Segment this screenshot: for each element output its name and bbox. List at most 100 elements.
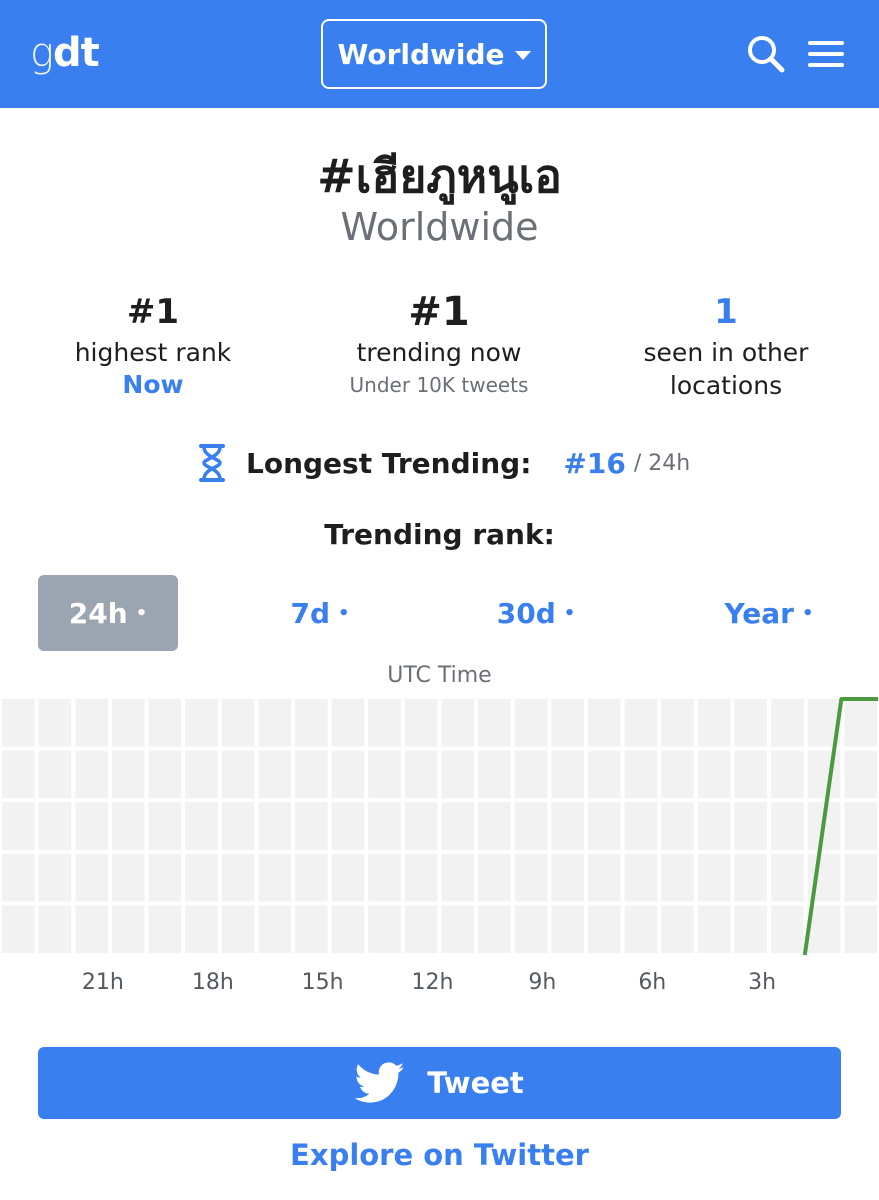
tab-30d-dot: • (563, 602, 576, 624)
chart-grid-cell (514, 905, 548, 953)
chart-grid-cell (844, 853, 877, 902)
twitter-bird-icon (355, 1062, 405, 1103)
caret-down-icon (514, 50, 531, 60)
hourglass-icon (199, 444, 225, 482)
trending-now-label: trending now (356, 338, 522, 367)
chart-grid-cell (221, 802, 255, 850)
chart-grid-cell (111, 802, 145, 850)
x-tick-label: 21h (82, 970, 124, 995)
chart-grid-cell (404, 905, 438, 953)
chart-grid-cell (404, 802, 438, 850)
chart-grid-cell (807, 750, 841, 799)
chart-grid-cell (441, 853, 475, 902)
chart-grid-cell (661, 699, 694, 747)
chart-grid-cell (844, 750, 877, 799)
chart-grid-cell (844, 699, 877, 747)
chart-grid-cell (368, 750, 401, 799)
tweet-button-label: Tweet (427, 1066, 524, 1100)
x-tick-label: 6h (638, 970, 666, 995)
longest-trending-rank: #16 (563, 446, 626, 480)
chart-grid-cell (38, 802, 72, 850)
chart-grid-cell (295, 699, 328, 747)
tab-year-label: Year (724, 596, 794, 630)
tab-24h[interactable]: 24h • (38, 575, 178, 651)
chart-grid-cell (697, 853, 731, 902)
chart-grid-cell (734, 699, 768, 747)
chart-grid-cell (295, 853, 328, 902)
chart-grid-cell (771, 699, 804, 747)
chart-grid-cell (624, 750, 658, 799)
chart-grid-cell (331, 699, 365, 747)
trending-rank-chart: 21h 18h 15h 12h 9h 6h 3h (0, 697, 879, 995)
chart-grid-cell (331, 905, 365, 953)
logo-dt: dt (53, 30, 100, 76)
chart-grid-cell (588, 853, 621, 902)
chart-grid-cell (2, 905, 35, 953)
chart-grid-cell (75, 853, 108, 902)
stat-other-locations[interactable]: 1 seen in other locations (576, 290, 876, 402)
location-dropdown-label: Worldwide (337, 37, 505, 71)
chart-grid-cell (185, 802, 218, 850)
chart-grid-cell (734, 750, 768, 799)
stat-highest-rank: #1 highest rank Now (3, 290, 303, 401)
explore-on-twitter-link[interactable]: Explore on Twitter (0, 1138, 879, 1172)
chart-grid-cell (441, 802, 475, 850)
search-icon[interactable] (744, 32, 788, 76)
tab-30d[interactable]: 30d • (466, 575, 606, 651)
top-nav-bar: gdt Worldwide (0, 0, 879, 108)
chart-grid-cell (111, 750, 145, 799)
chart-grid-cell (551, 699, 584, 747)
chart-grid-cell (404, 699, 438, 747)
chart-grid-cell (551, 802, 584, 850)
other-locations-value[interactable]: 1 (576, 290, 876, 334)
tab-24h-label: 24h (68, 596, 128, 630)
chart-grid-cell (38, 699, 72, 747)
location-dropdown-button[interactable]: Worldwide (321, 19, 547, 89)
chart-grid-cell (148, 853, 182, 902)
x-tick-label: 3h (748, 970, 776, 995)
chart-grid-cell (258, 802, 291, 850)
longest-trending: Longest Trending: #16 / 24h (198, 438, 690, 488)
chart-grid-cell (661, 802, 694, 850)
longest-trending-range: / 24h (633, 450, 691, 476)
menu-icon[interactable] (806, 32, 850, 76)
chart-grid-cell (551, 853, 584, 902)
chart-grid-cell (478, 802, 511, 850)
chart-grid-cell (441, 905, 475, 953)
chart-grid-cell (295, 802, 328, 850)
chart-grid-cell (185, 905, 218, 953)
chart-grid-cell (514, 699, 548, 747)
tab-7d-dot: • (338, 602, 350, 624)
chart-grid-cell (221, 750, 255, 799)
chart-grid-cell (661, 905, 694, 953)
chart-grid-cell (478, 853, 511, 902)
chart-grid-cell (624, 853, 658, 902)
chart-grid-cell (38, 905, 72, 953)
chart-grid-cell (478, 699, 511, 747)
highest-rank-value: #1 (126, 292, 180, 332)
chart-grid-cell (844, 802, 877, 850)
chart-grid-cell (75, 905, 108, 953)
chart-grid-cell (661, 750, 694, 799)
chart-grid-cell (75, 699, 108, 747)
chart-grid-cell (697, 802, 731, 850)
gdt-logo[interactable]: gdt (30, 30, 100, 76)
tab-year[interactable]: Year • (694, 575, 844, 651)
chart-grid-cell (404, 853, 438, 902)
chart-grid-cell (75, 750, 108, 799)
chart-grid-cell (2, 802, 35, 850)
chart-grid-cell (588, 802, 621, 850)
chart-grid-cell (38, 853, 72, 902)
chart-grid-cell (368, 853, 401, 902)
chart-grid-cell (844, 905, 877, 953)
tweet-button[interactable]: Tweet (38, 1047, 841, 1119)
other-locations-label-line2: locations (669, 371, 783, 400)
chart-grid-cell (588, 750, 621, 799)
longest-trending-label: Longest Trending: (246, 446, 532, 480)
highest-rank-when: Now (122, 370, 184, 399)
chart-grid-cell (697, 699, 731, 747)
tweet-volume: Under 10K tweets (349, 373, 529, 397)
tab-7d[interactable]: 7d • (250, 575, 390, 651)
chart-grid-cell (697, 905, 731, 953)
chart-grid-cell (588, 699, 621, 747)
